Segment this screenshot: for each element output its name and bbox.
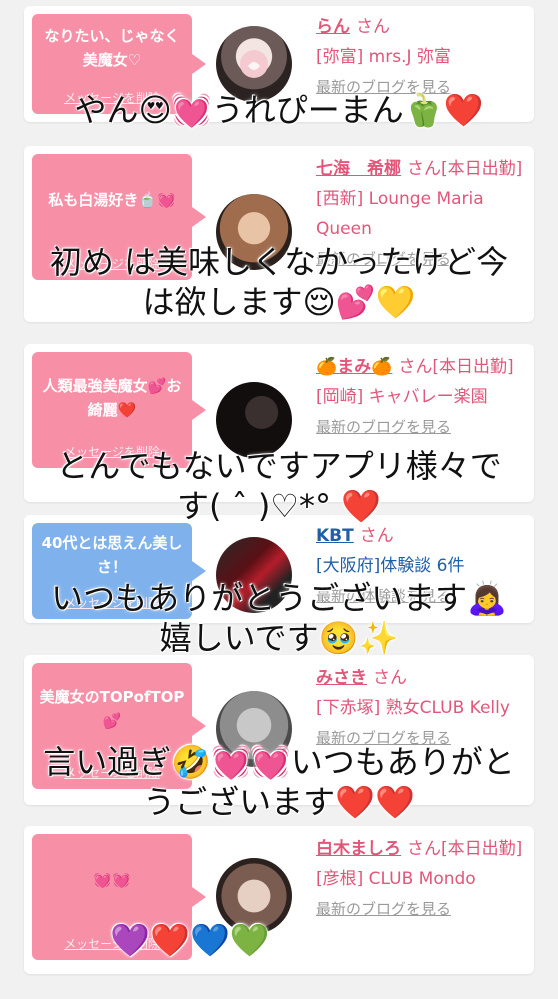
message-text: 💓💓 bbox=[93, 871, 131, 889]
honorific: さん bbox=[373, 668, 407, 688]
status-text: さん[本日出勤] bbox=[407, 839, 523, 859]
overlay-caption: いつもありがとうございます🙇‍♀️ 嬉しいです🥹✨ bbox=[0, 578, 558, 658]
overlay-line: 嬉しいです🥹✨ bbox=[159, 619, 399, 657]
message-text: 40代とは思えん美しさ！ bbox=[41, 534, 183, 576]
message-text: 美魔女のTOPofTOP💕 bbox=[39, 688, 185, 730]
overlay-line: す( ˆ )♡*° ❤️ bbox=[176, 487, 382, 525]
cast-name-link[interactable]: KBT bbox=[316, 526, 354, 546]
review-info: [大阪府]体験談 6件 bbox=[316, 556, 465, 576]
honorific: さん bbox=[356, 17, 390, 37]
message-text: 私も白湯好き🍵💓 bbox=[48, 191, 176, 209]
overlay-line: いつもありがとうございます🙇‍♀️ bbox=[51, 579, 507, 617]
cast-info: みさき さん [下赤塚] 熟女CLUB Kelly 最新のブログを見る bbox=[316, 663, 528, 753]
shop-info: [彦根] CLUB Mondo bbox=[316, 869, 476, 889]
cast-info: らん さん [弥富] mrs.J 弥富 最新のブログを見る bbox=[316, 12, 528, 102]
shop-info: [下赤塚] 熟女CLUB Kelly bbox=[316, 698, 510, 718]
overlay-line: 初め は美味しくなかったけど今 bbox=[49, 243, 509, 281]
shop-info: [西新] Lounge Maria Queen bbox=[316, 189, 484, 239]
overlay-caption: 初め は美味しくなかったけど今 は欲します😌💕💛 bbox=[0, 242, 558, 322]
overlay-line: は欲します😌💕💛 bbox=[142, 283, 416, 321]
overlay-caption: とんでもないですアプリ様々で す( ˆ )♡*° ❤️ bbox=[0, 446, 558, 526]
shop-info: [岡崎] キャバレー楽園 bbox=[316, 387, 488, 407]
overlay-caption: やん😍💓うれぴーまん🫑❤️ bbox=[0, 90, 558, 130]
message-text: 人類最強美魔女💕お綺麗❤️ bbox=[42, 377, 182, 419]
message-text: なりたい、じゃなく美魔女♡ bbox=[44, 27, 180, 69]
cast-name-link[interactable]: みさき bbox=[316, 668, 367, 688]
status-text: さん[本日出勤] bbox=[407, 159, 523, 179]
honorific: さん bbox=[359, 526, 394, 546]
overlay-line: やん😍💓うれぴーまん🫑❤️ bbox=[74, 91, 484, 129]
cast-info: 🍊まみ🍊 さん[本日出勤] [岡崎] キャバレー楽園 最新のブログを見る bbox=[316, 352, 528, 442]
latest-blog-link[interactable]: 最新のブログを見る bbox=[316, 412, 528, 442]
overlay-line: 言い過ぎ🤣💓💓いつもありがと bbox=[43, 743, 515, 781]
shop-info: [弥富] mrs.J 弥富 bbox=[316, 47, 451, 67]
cast-info: 白木ましろ さん[本日出勤] [彦根] CLUB Mondo 最新のブログを見る bbox=[316, 834, 528, 924]
overlay-line: うございます❤️❤️ bbox=[143, 783, 415, 821]
cast-name-link[interactable]: らん bbox=[316, 17, 350, 37]
cast-name-link[interactable]: 🍊まみ🍊 bbox=[316, 357, 392, 377]
overlay-line: とんでもないですアプリ様々で bbox=[56, 447, 502, 485]
overlay-caption: 言い過ぎ🤣💓💓いつもありがと うございます❤️❤️ bbox=[0, 742, 558, 822]
status-text: さん[本日出勤] bbox=[398, 357, 514, 377]
cast-name-link[interactable]: 白木ましろ bbox=[316, 839, 401, 859]
overlay-line: 💜❤️💙💚 bbox=[110, 921, 270, 959]
cast-name-link[interactable]: 七海 希梛 bbox=[316, 159, 401, 179]
overlay-caption: 💜❤️💙💚 bbox=[0, 920, 390, 960]
